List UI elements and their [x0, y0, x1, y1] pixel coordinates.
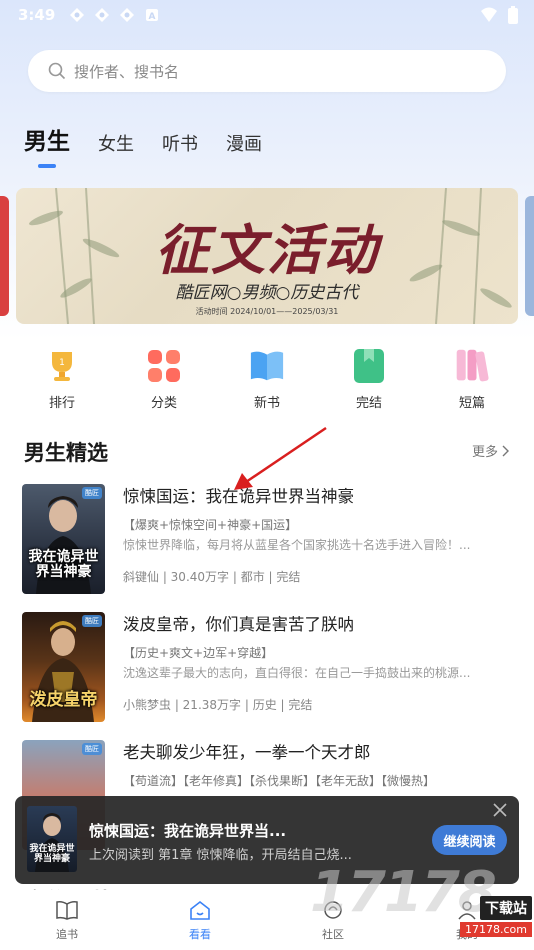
banner-title: 征文活动: [155, 218, 379, 282]
home-icon: [190, 900, 210, 920]
book-description: 惊悚世界降临，每月将从蓝星各个国家挑选十名选手进入冒险！...: [123, 538, 471, 552]
banner-carousel[interactable]: 征文活动 酷匠网○男频○历史古代 活动时间 2024/10/01——2025/0…: [0, 188, 534, 325]
watermark-download: 下载站: [480, 896, 532, 920]
watermark-site: 17178.com: [460, 922, 532, 937]
section-title: 男生精选: [24, 440, 108, 465]
nav-finished-label: 完结: [355, 396, 382, 411]
book-tags: 【爆爽+惊悚空间+神豪+国运】: [123, 518, 298, 532]
cover-badge: 酷匠: [82, 487, 102, 499]
book-cover[interactable]: 酷匠 泼皮皇帝: [22, 612, 105, 722]
book-tags: 【历史+爽文+边军+穿越】: [123, 646, 274, 660]
tab-male[interactable]: 男生: [24, 122, 70, 168]
tab-female[interactable]: 女生: [98, 130, 134, 156]
status-bar: 3:49 A: [0, 0, 534, 30]
bottom-nav-discover[interactable]: 看看: [160, 900, 240, 942]
search-icon: [48, 62, 66, 80]
bottom-nav-label: 追书: [56, 928, 78, 941]
short-books-icon: [454, 348, 490, 384]
search-placeholder: 搜作者、搜书名: [74, 62, 180, 81]
book-title[interactable]: 老夫聊发少年狂，一拳一个天才郎: [123, 740, 518, 766]
nav-ranking[interactable]: 1 排行: [22, 348, 102, 411]
cover-title: 我在诡异世界当神豪: [28, 549, 99, 580]
cover-badge: 酷匠: [82, 743, 102, 755]
more-label: 更多: [471, 445, 498, 460]
nav-category-label: 分类: [150, 396, 177, 411]
book-cover[interactable]: 酷匠 我在诡异世界当神豪: [22, 484, 105, 594]
bookmark-icon: [351, 348, 387, 384]
nav-finished[interactable]: 完结: [329, 348, 409, 411]
tab-comic[interactable]: 漫画: [226, 130, 262, 156]
banner-next-peek: [525, 196, 534, 316]
app-notification-icon: [95, 8, 110, 22]
book-description: 沈逸这辈子最大的志向，直白得很：在自己一手捣鼓出来的桃源...: [123, 666, 471, 680]
svg-text:A: A: [149, 12, 156, 22]
banner-slide[interactable]: 征文活动 酷匠网○男频○历史古代 活动时间 2024/10/01——2025/0…: [16, 188, 518, 324]
nav-new-books[interactable]: 新书: [227, 348, 307, 411]
category-icon: [146, 348, 182, 384]
book-info: 老夫聊发少年狂，一拳一个天才郎 【苟道流】【老年修真】【杀伐果断】【老年无敌】【…: [123, 740, 518, 790]
status-time: 3:49: [18, 6, 56, 24]
annotation-arrow: [234, 426, 327, 490]
banner-subtitle: 酷匠网○男频○历史古代: [175, 283, 359, 303]
book-tags: 【苟道流】【老年修真】【杀伐果断】【老年无敌】【微慢热】: [123, 774, 436, 788]
svg-text:1: 1: [59, 358, 65, 368]
continue-title: 惊悚国运：我在诡异世界当...: [89, 822, 287, 840]
nav-short-stories[interactable]: 短篇: [432, 348, 512, 411]
nav-new-books-label: 新书: [253, 396, 280, 411]
bookshelf-icon: [56, 901, 78, 920]
book-meta: 小熊梦虫 | 21.38万字 | 历史 | 完结: [123, 698, 313, 712]
book-info: 惊悚国运：我在诡异世界当神豪 【爆爽+惊悚空间+神豪+国运】 惊悚世界降临，每月…: [123, 484, 518, 585]
bottom-nav-bookshelf[interactable]: 追书: [27, 900, 107, 942]
book-open-icon: [249, 348, 285, 384]
site-watermark: 17178 下载站 17178.com: [310, 858, 534, 950]
nav-short-stories-label: 短篇: [458, 396, 485, 411]
more-link[interactable]: 更多: [472, 441, 510, 460]
battery-icon: [508, 6, 518, 24]
cover-title: 泼皮皇帝: [29, 690, 98, 710]
nav-ranking-label: 排行: [48, 396, 75, 411]
quick-nav: 1 排行 分类 新书 完结 短篇: [0, 348, 534, 418]
cover-badge: 酷匠: [82, 615, 102, 627]
wifi-icon: [481, 7, 497, 22]
close-icon[interactable]: [493, 802, 507, 821]
book-item[interactable]: 酷匠 泼皮皇帝 泼皮皇帝，你们真是害苦了朕呐 【历史+爽文+边军+穿越】 沈逸这…: [22, 612, 522, 724]
text-notification-icon: A: [146, 9, 159, 22]
search-input[interactable]: 搜作者、搜书名: [28, 50, 506, 92]
category-tabs: 男生 女生 听书 漫画: [24, 122, 290, 168]
continue-reading-button[interactable]: 继续阅读: [432, 825, 507, 855]
book-title[interactable]: 泼皮皇帝，你们真是害苦了朕呐: [123, 612, 518, 638]
banner-prev-peek: [0, 196, 9, 316]
app-notification-icon: [120, 8, 135, 22]
app-notification-icon: [70, 8, 85, 22]
continue-cover: 我在诡异世界当神豪: [27, 806, 77, 872]
banner-dates: 活动时间 2024/10/01——2025/03/31: [195, 307, 339, 316]
nav-category[interactable]: 分类: [124, 348, 204, 411]
book-info: 泼皮皇帝，你们真是害苦了朕呐 【历史+爽文+边军+穿越】 沈逸这辈子最大的志向，…: [123, 612, 518, 713]
watermark-number: 17178: [310, 860, 497, 925]
tab-audiobook[interactable]: 听书: [162, 130, 198, 156]
book-item[interactable]: 酷匠 我在诡异世界当神豪 惊悚国运：我在诡异世界当神豪 【爆爽+惊悚空间+神豪+…: [22, 484, 522, 596]
book-meta: 斜键仙 | 30.40万字 | 都市 | 完结: [123, 570, 301, 584]
bottom-nav-label: 看看: [189, 928, 211, 941]
chevron-right-icon: [502, 445, 509, 456]
continue-cover-title: 我在诡异世界当神豪: [29, 844, 75, 864]
trophy-icon: 1: [44, 348, 80, 384]
